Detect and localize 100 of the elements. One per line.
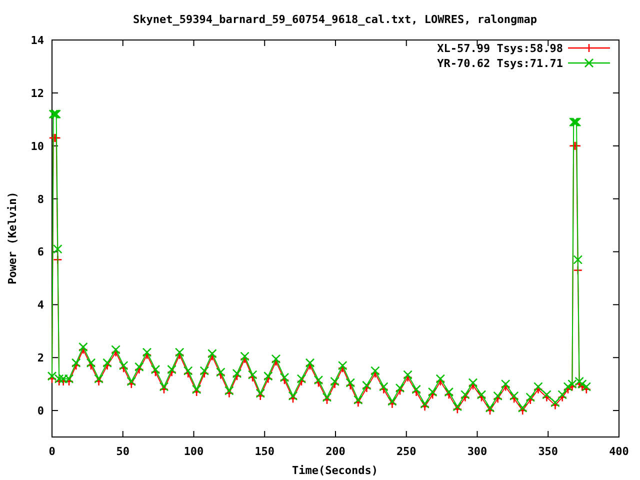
data-point: [526, 392, 535, 402]
data-point: [127, 380, 136, 388]
data-point: [574, 376, 584, 386]
data-point: [102, 358, 112, 368]
data-point: [200, 366, 209, 376]
data-point: [420, 402, 429, 411]
data-point: [288, 394, 297, 403]
data-point: [256, 388, 265, 398]
x-tick-label: 250: [396, 445, 416, 458]
data-point: [551, 401, 560, 410]
data-point: [280, 373, 289, 382]
data-point: [510, 394, 518, 403]
data-point: [468, 378, 478, 388]
data-point: [582, 385, 590, 394]
data-point: [461, 393, 470, 402]
data-point: [72, 358, 81, 368]
data-point: [575, 380, 584, 388]
data-point: [578, 380, 587, 389]
data-point: [297, 374, 306, 384]
data-point: [388, 400, 396, 408]
data-point: [501, 380, 510, 389]
data-point: [428, 390, 437, 399]
data-point: [216, 370, 225, 379]
data-point: [534, 382, 543, 392]
y-tick-label: 8: [37, 192, 44, 206]
data-point: [272, 358, 280, 366]
data-point: [142, 348, 152, 357]
data-point: [542, 393, 551, 402]
data-point: [306, 358, 314, 368]
data-point: [564, 385, 572, 394]
data-point: [225, 389, 234, 398]
data-point: [160, 382, 168, 392]
x-tick-label: 400: [609, 445, 629, 458]
data-point: [526, 396, 534, 404]
data-point: [330, 380, 339, 388]
data-point: [379, 382, 388, 392]
data-point: [79, 346, 88, 354]
data-point: [48, 372, 56, 381]
data-point: [564, 382, 572, 392]
y-tick-label: 2: [37, 352, 44, 365]
data-point: [78, 342, 88, 352]
data-point: [362, 380, 372, 390]
data-point: [346, 378, 355, 388]
data-point: [558, 390, 567, 400]
legend-line: [568, 44, 610, 52]
data-point: [518, 403, 528, 412]
data-point: [558, 393, 566, 402]
data-point: [444, 390, 453, 399]
x-tick-label: 300: [467, 445, 488, 458]
data-point: [573, 255, 582, 264]
data-point: [568, 382, 576, 391]
data-point: [151, 368, 160, 376]
data-point: [200, 369, 208, 378]
data-point: [452, 402, 462, 412]
data-point: [111, 345, 120, 354]
x-tick-label: 350: [538, 445, 558, 458]
data-point: [486, 403, 494, 412]
data-point: [436, 377, 444, 386]
data-point: [396, 384, 404, 392]
data-point: [380, 385, 388, 394]
data-point: [151, 365, 160, 374]
data-point: [582, 382, 591, 392]
data-point: [568, 380, 577, 389]
data-point: [550, 398, 560, 408]
y-tick-label: 10: [30, 140, 44, 153]
data-point: [428, 388, 438, 396]
x-tick-label: 150: [254, 445, 275, 458]
data-point: [574, 266, 582, 274]
data-point: [175, 348, 184, 357]
data-point: [371, 369, 380, 378]
data-point: [168, 368, 176, 376]
data-point: [477, 390, 486, 400]
data-point: [403, 370, 412, 380]
data-point: [453, 405, 462, 414]
data-point: [510, 392, 519, 400]
data-point: [54, 256, 62, 264]
data-point: [112, 348, 120, 356]
data-point: [518, 406, 527, 415]
data-point: [216, 368, 226, 377]
legend-line: [568, 58, 610, 68]
data-point: [264, 372, 273, 381]
data-point: [297, 377, 306, 386]
data-point: [338, 364, 347, 372]
data-point: [167, 365, 176, 374]
data-point: [184, 369, 192, 378]
data-point: [288, 392, 298, 400]
data-point: [338, 361, 348, 370]
data-point: [240, 354, 249, 363]
data-point: [314, 376, 323, 385]
chart-title: Skynet_59394_barnard_59_60754_9618_cal.txt, LOWRES, ralongmap: [133, 13, 537, 26]
data-point: [208, 352, 216, 360]
data-point: [493, 392, 502, 400]
data-point: [460, 390, 470, 400]
data-point: [232, 372, 241, 380]
data-point: [94, 377, 103, 386]
y-axis-label: Power (Kelvin): [6, 192, 19, 284]
data-point: [256, 392, 264, 400]
data-point: [134, 362, 144, 372]
data-point: [404, 373, 412, 382]
y-tick-label: 6: [37, 246, 44, 259]
